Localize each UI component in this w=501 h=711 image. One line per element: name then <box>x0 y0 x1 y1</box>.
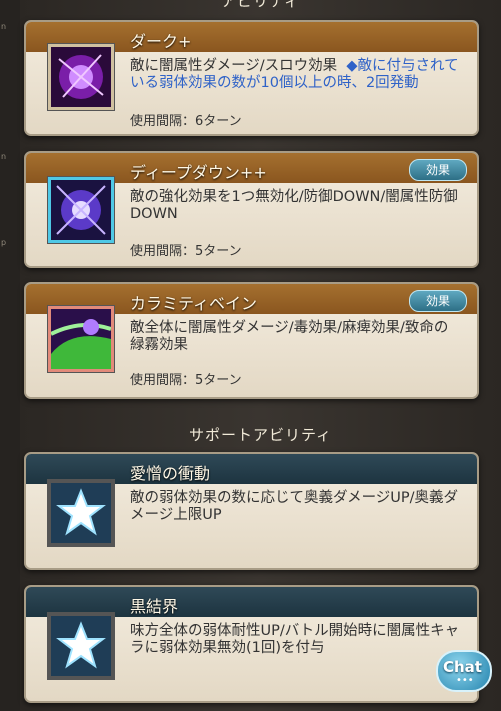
star-icon <box>48 480 114 546</box>
edge-text: n <box>1 152 7 161</box>
ability-name: ダーク+ <box>130 32 192 51</box>
edge-text: p <box>1 238 7 247</box>
support-description: 味方全体の弱体耐性UP/バトル開始時に闇属性キャラに弱体効果無効(1回)を付与 <box>130 623 460 656</box>
ability-description: 敵の強化効果を1つ無効化/防御DOWN/闇属性防御DOWN <box>130 189 458 222</box>
left-edge-strip: n n p <box>0 0 21 711</box>
ability-desc-text: 敵に闇属性ダメージ/スロウ効果 <box>130 58 338 74</box>
ability-name: カラミティベイン <box>130 294 258 313</box>
ability-card-calamity-bane[interactable]: カラミティベイン 効果 敵全体に闇属性ダメージ/毒効果/麻痺効果/致命の緑霧効果… <box>24 282 479 399</box>
star-icon <box>48 613 114 679</box>
ability-description: 敵に闇属性ダメージ/スロウ効果 ◆敵に付与されている弱体効果の数が10個以上の時… <box>130 58 460 92</box>
chat-dots: ••• <box>456 675 474 686</box>
chat-button[interactable]: Chat ••• <box>436 650 492 692</box>
calamity-bane-icon <box>48 306 114 372</box>
dark-orb-icon <box>48 44 114 110</box>
support-name: 黒結界 <box>130 597 179 616</box>
support-card-aizou[interactable]: 愛憎の衝動 敵の弱体効果の数に応じて奥義ダメージUP/奥義ダメージ上限UP <box>24 452 479 570</box>
deep-down-icon <box>48 177 114 243</box>
ability-section-header: アビリティ <box>220 0 301 10</box>
edge-text: n <box>1 22 7 31</box>
effect-button[interactable]: 効果 <box>409 290 467 312</box>
ability-card-deep-down[interactable]: ディープダウン++ 効果 敵の強化効果を1つ無効化/防御DOWN/闇属性防御DO… <box>24 151 479 268</box>
ability-cooldown: 使用間隔：6ターン <box>130 114 242 129</box>
chat-label: Chat <box>443 658 482 676</box>
support-card-kokukekkai[interactable]: 黒結界 味方全体の弱体耐性UP/バトル開始時に闇属性キャラに弱体効果無効(1回)… <box>24 585 479 703</box>
ability-card-dark-plus[interactable]: ダーク+ 敵に闇属性ダメージ/スロウ効果 ◆敵に付与されている弱体効果の数が10… <box>24 20 479 136</box>
support-name: 愛憎の衝動 <box>130 464 211 483</box>
ability-panel: アビリティ ダーク+ 敵に闇属性ダメージ/スロウ効果 ◆敵に付与されている弱体効… <box>20 0 501 711</box>
support-section-header: サポートアビリティ <box>188 426 333 444</box>
effect-button[interactable]: 効果 <box>409 159 467 181</box>
ability-description: 敵全体に闇属性ダメージ/毒効果/麻痺効果/致命の緑霧効果 <box>130 320 449 353</box>
ability-name: ディープダウン++ <box>130 163 267 182</box>
support-description: 敵の弱体効果の数に応じて奥義ダメージUP/奥義ダメージ上限UP <box>130 490 459 523</box>
ability-cooldown: 使用間隔：5ターン <box>130 244 242 259</box>
ability-cooldown: 使用間隔：5ターン <box>130 373 242 388</box>
